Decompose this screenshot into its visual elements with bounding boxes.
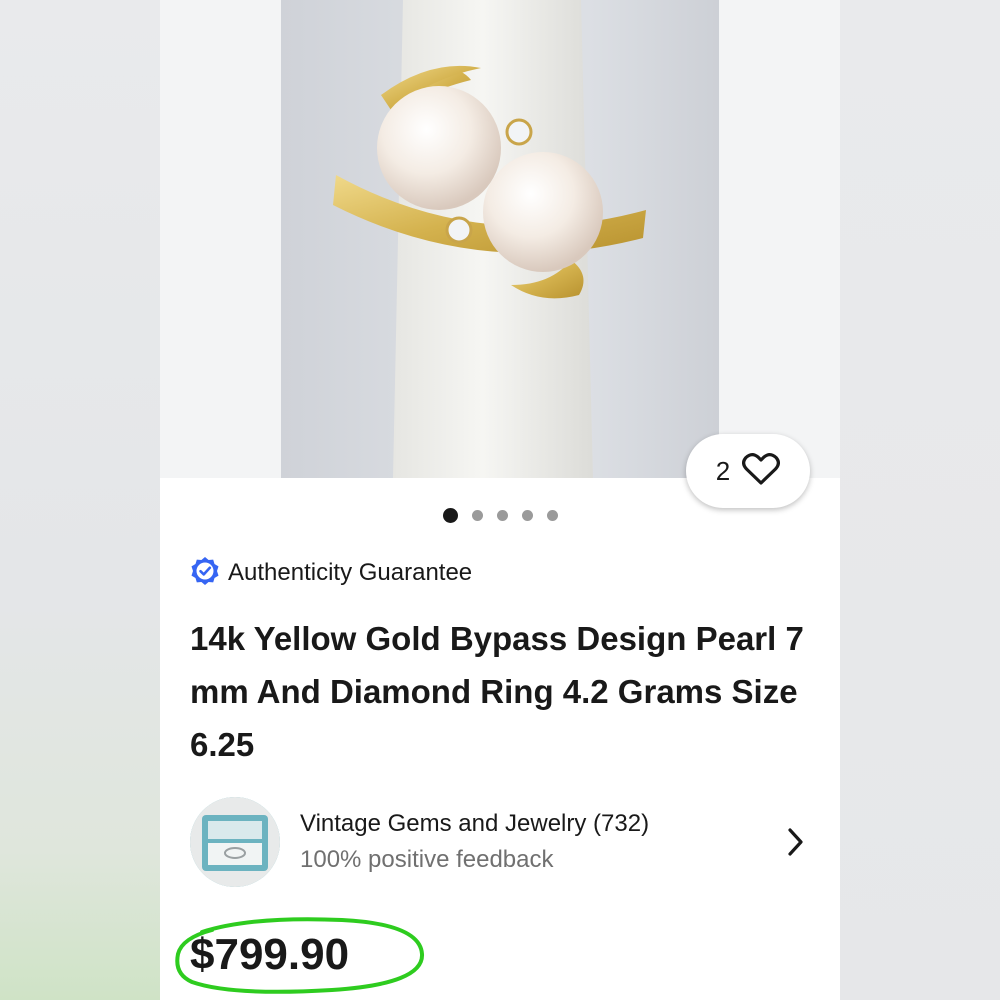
verified-check-icon bbox=[190, 556, 220, 591]
seller-feedback: 100% positive feedback bbox=[300, 846, 554, 873]
image-gallery[interactable] bbox=[160, 0, 840, 478]
seller-row[interactable]: Vintage Gems and Jewelry (732) 100% posi… bbox=[190, 796, 810, 888]
pager-dot[interactable] bbox=[471, 509, 483, 521]
image-pager[interactable] bbox=[160, 505, 840, 525]
listing-card: 2 Authenticity Guarantee 14k Yellow Gold… bbox=[160, 0, 840, 1000]
watch-button[interactable]: 2 bbox=[686, 434, 810, 508]
ring-illustration bbox=[333, 0, 646, 478]
authenticity-label: Authenticity Guarantee bbox=[228, 559, 473, 586]
chevron-right-icon[interactable] bbox=[780, 822, 810, 862]
price: $799.90 bbox=[190, 930, 350, 979]
pager-dot[interactable] bbox=[496, 509, 508, 521]
background-right bbox=[840, 0, 1000, 1000]
product-photo[interactable] bbox=[281, 0, 719, 478]
watch-count: 2 bbox=[715, 455, 731, 486]
seller-info: Vintage Gems and Jewelry (732) 100% posi… bbox=[300, 810, 780, 874]
pager-dot[interactable] bbox=[521, 509, 533, 521]
authenticity-guarantee[interactable]: Authenticity Guarantee bbox=[190, 556, 472, 590]
pager-dot-active[interactable] bbox=[442, 507, 458, 523]
pager-dot[interactable] bbox=[546, 509, 558, 521]
background-left bbox=[0, 0, 160, 1000]
price-block: $799.90 bbox=[172, 902, 432, 1000]
listing-title: 14k Yellow Gold Bypass Design Pearl 7 mm… bbox=[190, 620, 804, 763]
seller-avatar[interactable] bbox=[190, 797, 280, 887]
heart-icon bbox=[742, 452, 781, 491]
seller-name: Vintage Gems and Jewelry (732) bbox=[300, 810, 650, 837]
